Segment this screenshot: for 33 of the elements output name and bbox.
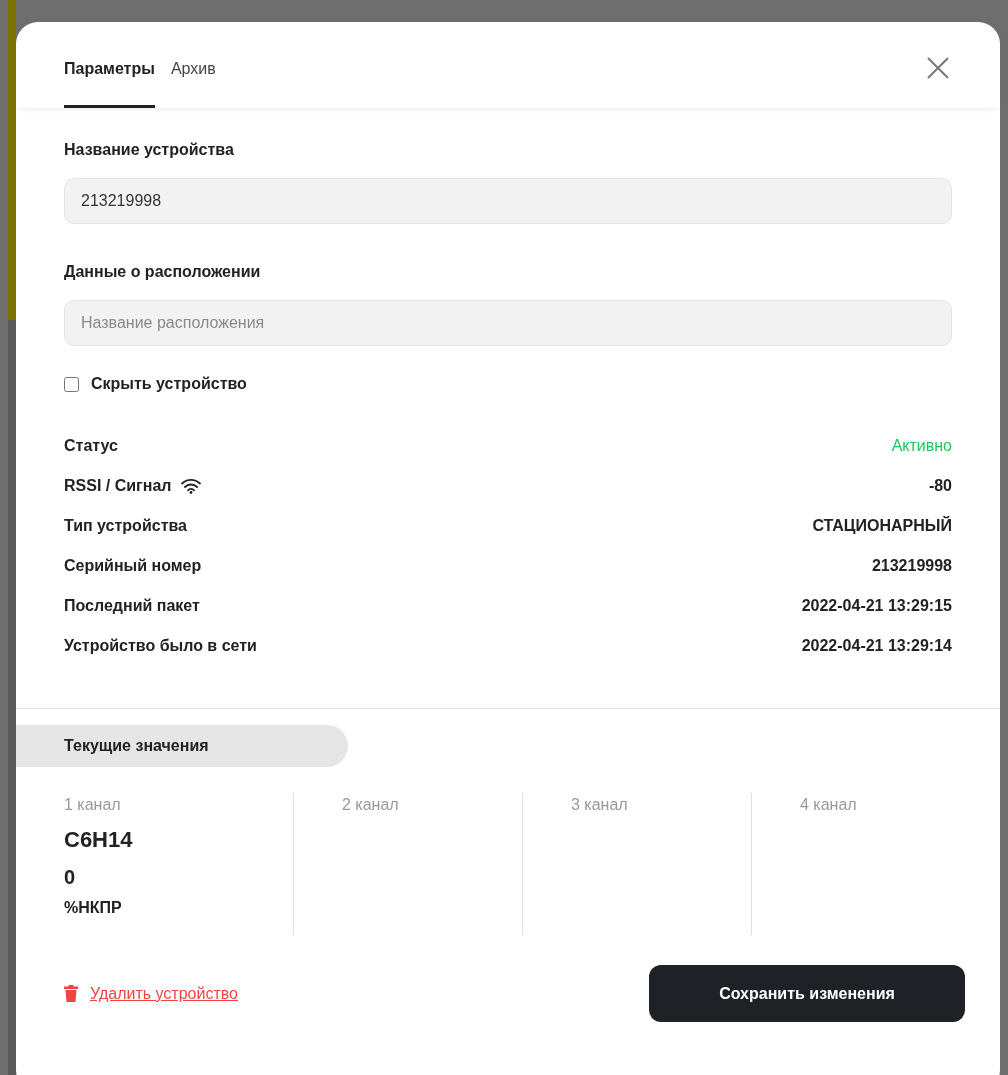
info-value: 2022-04-21 13:29:14 (801, 636, 952, 656)
info-value: Активно (891, 436, 952, 456)
channel-label: 1 канал (64, 795, 122, 815)
channel-label: 4 канал (800, 795, 858, 815)
unit-label: %НКПР (64, 898, 123, 918)
channel-value: 0 (64, 865, 77, 890)
info-label: Последний пакет (64, 596, 200, 616)
checkbox-label: Скрыть устройство (91, 374, 247, 394)
wifi-icon (181, 478, 202, 494)
field-label: Данные о расположении (64, 262, 262, 282)
info-value: 213219998 (871, 556, 952, 576)
save-button[interactable]: Сохранить изменения (649, 965, 965, 1022)
input-field[interactable]: 213219998 (64, 178, 952, 224)
close-icon (926, 56, 950, 80)
trash-icon (64, 985, 78, 1002)
tab[interactable]: Параметры (64, 57, 155, 108)
channel-label: 2 канал (342, 795, 400, 815)
info-value: СТАЦИОНАРНЫЙ (812, 515, 952, 536)
info-label: RSSI / Сигнал (64, 476, 172, 496)
section-heading: Текущие значения (16, 725, 348, 767)
channel-label: 3 канал (571, 795, 629, 815)
delete-device-link[interactable]: Удалить устройство (64, 981, 238, 1006)
gas-name: C6H14 (64, 826, 134, 854)
field-label: Название устройства (64, 140, 235, 160)
info-value: -80 (928, 476, 952, 496)
tab[interactable]: Архив (170, 57, 216, 108)
info-label: Устройство было в сети (64, 636, 257, 656)
info-value: 2022-04-21 13:29:15 (801, 596, 952, 616)
info-label: Тип устройства (64, 516, 187, 536)
info-label: Статус (64, 436, 118, 456)
checkbox[interactable] (64, 376, 79, 392)
input-field[interactable]: Название расположения (64, 300, 952, 346)
info-label: Серийный номер (64, 556, 202, 576)
